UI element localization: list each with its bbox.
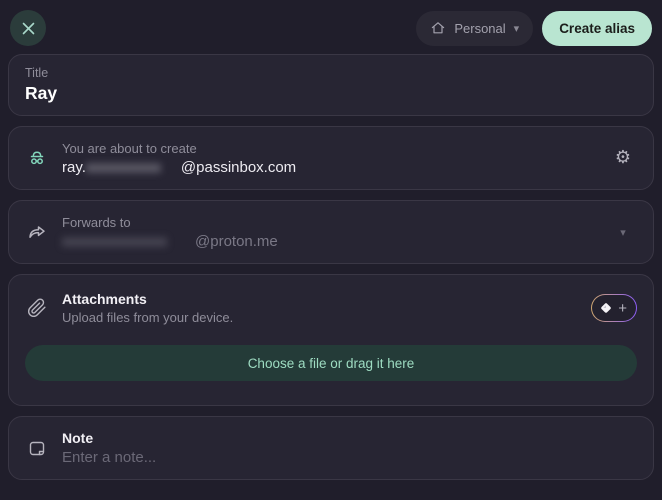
home-icon bbox=[430, 20, 446, 36]
note-field[interactable]: Note Enter a note... bbox=[8, 416, 654, 480]
close-icon bbox=[22, 22, 35, 35]
vault-label: Personal bbox=[454, 21, 505, 36]
choose-file-button[interactable]: Choose a file or drag it here bbox=[25, 345, 637, 381]
alias-disguise-icon bbox=[25, 147, 49, 169]
note-label: Note bbox=[62, 430, 637, 446]
attachments-title: Attachments bbox=[62, 291, 233, 307]
attachments-section: Attachments Upload files from your devic… bbox=[8, 274, 654, 406]
redacted-forward-segment: xxxxxxxxxxxxxx bbox=[62, 233, 195, 250]
alias-address: ray.xxxxxxxxxx@passinbox.com bbox=[62, 159, 609, 176]
create-alias-button[interactable]: Create alias bbox=[542, 11, 652, 46]
note-icon bbox=[25, 438, 49, 458]
forwards-address: xxxxxxxxxxxxxx@proton.me bbox=[62, 233, 609, 250]
top-bar: Personal ▾ Create alias bbox=[8, 0, 654, 54]
note-placeholder: Enter a note... bbox=[62, 449, 637, 466]
redacted-alias-segment: xxxxxxxxxx bbox=[86, 159, 181, 176]
close-button[interactable] bbox=[10, 10, 46, 46]
alias-preview-label: You are about to create bbox=[62, 141, 609, 156]
forward-arrow-icon bbox=[25, 221, 49, 243]
alias-settings-button[interactable]: ⚙ bbox=[609, 144, 637, 172]
attachments-subtitle: Upload files from your device. bbox=[62, 310, 233, 325]
forwards-to-row[interactable]: Forwards to xxxxxxxxxxxxxx@proton.me ▾ bbox=[8, 200, 654, 264]
title-value: Ray bbox=[25, 83, 637, 104]
pass-plus-diamond-icon bbox=[598, 300, 614, 316]
paperclip-icon bbox=[25, 298, 49, 318]
attachments-upgrade-button[interactable]: + bbox=[591, 294, 637, 322]
forwards-dropdown[interactable]: ▾ bbox=[609, 218, 637, 246]
vault-selector[interactable]: Personal ▾ bbox=[416, 11, 533, 46]
plus-icon: + bbox=[618, 301, 627, 316]
title-field[interactable]: Title Ray bbox=[8, 54, 654, 116]
create-alias-panel: Personal ▾ Create alias Title Ray You ar… bbox=[0, 0, 662, 500]
alias-preview-row: You are about to create ray.xxxxxxxxxx@p… bbox=[8, 126, 654, 190]
chevron-down-icon: ▾ bbox=[620, 226, 626, 239]
forwards-label: Forwards to bbox=[62, 215, 609, 230]
title-label: Title bbox=[25, 66, 637, 80]
gear-icon: ⚙ bbox=[615, 149, 631, 167]
chevron-down-icon: ▾ bbox=[514, 22, 520, 35]
